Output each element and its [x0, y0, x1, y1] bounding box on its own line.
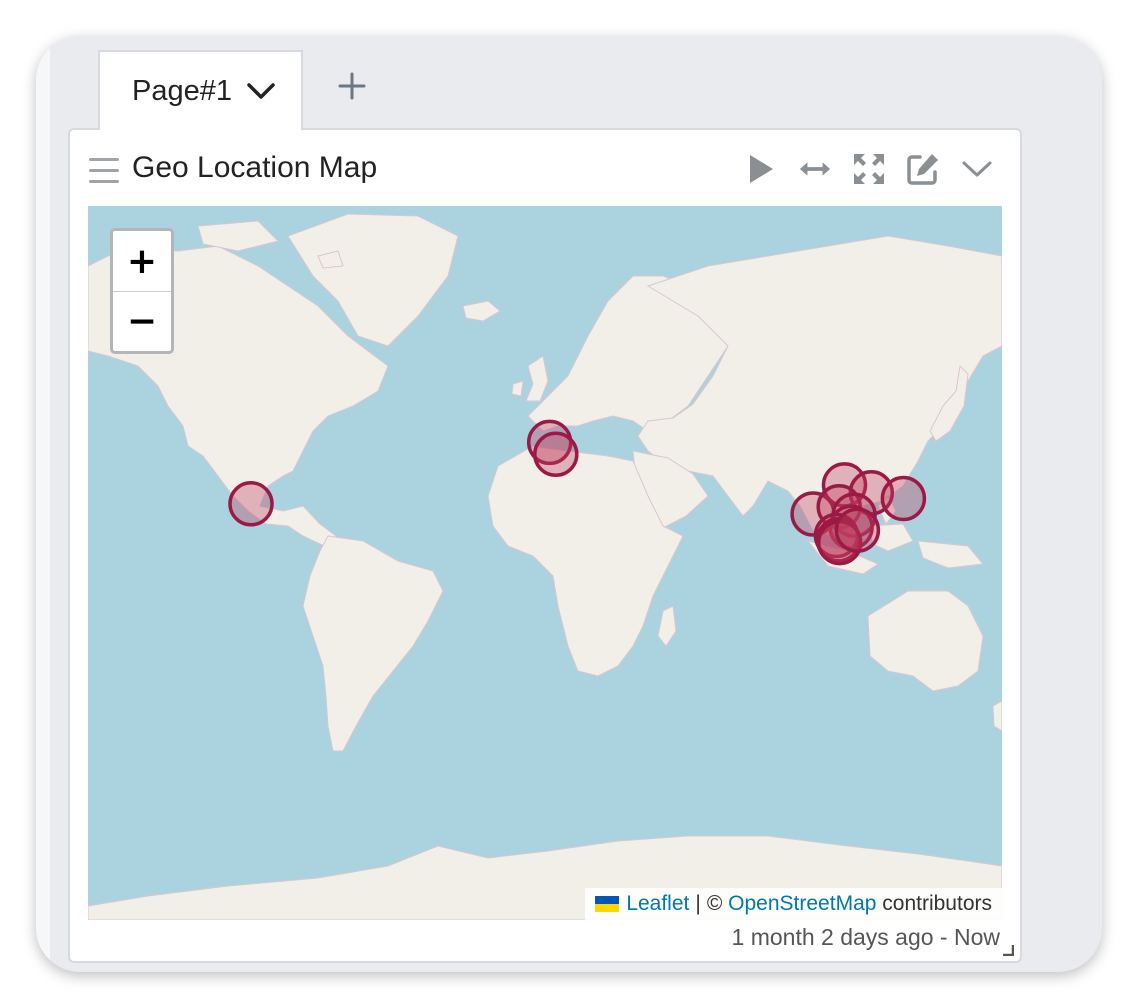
location-marker[interactable] [533, 431, 579, 478]
map-tiles [88, 206, 1002, 920]
attribution-contributors: contributors [882, 892, 992, 915]
left-edge-strip [36, 36, 50, 972]
time-range-label: 1 month 2 days ago - Now [731, 924, 1000, 950]
location-marker[interactable] [834, 507, 881, 553]
geo-map-panel: Geo Location Map + − Leaflet | © OpenStr… [68, 128, 1022, 963]
panel-header: Geo Location Map [70, 130, 1020, 206]
panel-toolbar [744, 152, 994, 186]
tab-page-1[interactable]: Page#1 [98, 50, 303, 130]
zoom-out-button[interactable]: − [113, 291, 171, 351]
resize-width-icon[interactable] [798, 152, 832, 186]
chevron-down-icon[interactable] [960, 152, 994, 186]
world-map[interactable]: + − Leaflet | © OpenStreetMap contributo… [88, 206, 1002, 920]
play-icon[interactable] [744, 152, 778, 186]
tab-label: Page#1 [132, 74, 232, 107]
panel-title: Geo Location Map [132, 151, 378, 184]
drag-handle-icon[interactable] [89, 157, 119, 185]
copyright-symbol: © [706, 892, 723, 915]
location-marker[interactable] [228, 481, 274, 527]
ukraine-flag-icon [595, 896, 620, 912]
openstreetmap-link[interactable]: OpenStreetMap [728, 892, 876, 916]
map-attribution: Leaflet | © OpenStreetMap contributors [585, 888, 1002, 920]
add-tab-button[interactable] [332, 68, 372, 108]
attribution-separator: | [695, 892, 701, 915]
zoom-control: + − [110, 228, 174, 354]
resize-handle-icon[interactable] [1002, 943, 1015, 957]
plus-icon [338, 72, 366, 105]
leaflet-link[interactable]: Leaflet [626, 892, 689, 916]
fullscreen-icon[interactable] [852, 152, 886, 186]
chevron-down-icon[interactable] [246, 81, 276, 101]
edit-icon[interactable] [906, 152, 940, 186]
location-marker[interactable] [880, 475, 927, 522]
zoom-in-button[interactable]: + [113, 231, 171, 291]
